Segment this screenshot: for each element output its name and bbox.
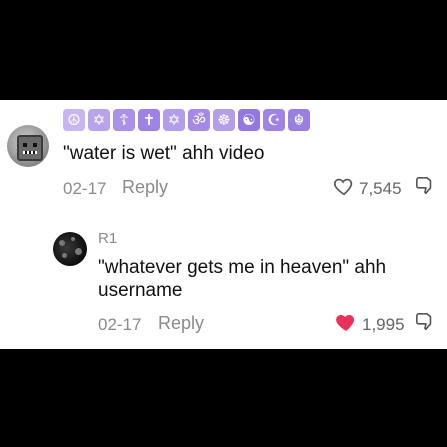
star-icon: ✡ — [163, 109, 185, 131]
comment-date: 02-17 — [63, 179, 107, 198]
reply-like-count: 1,995 — [362, 315, 405, 334]
comment-text: "water is wet" ahh video — [63, 143, 265, 164]
orthodox-cross-icon: ☦ — [113, 109, 135, 131]
yin-yang-icon: ☯ — [238, 109, 260, 131]
reply-button[interactable]: Reply — [122, 177, 168, 198]
om-icon: ॐ — [188, 109, 210, 131]
latin-cross-icon: ✝ — [138, 109, 160, 131]
crescent-icon: ☪ — [263, 109, 285, 131]
reply-avatar[interactable] — [53, 232, 87, 266]
peace-symbol-icon: ☮ — [63, 109, 85, 131]
reply-text: "whatever gets me in heaven" ahh usernam… — [98, 256, 386, 302]
reply-date: 02-17 — [98, 315, 142, 334]
reply-reply-button[interactable]: Reply — [158, 313, 204, 334]
thwomp-face-icon — [17, 135, 43, 161]
like-heart-filled-icon[interactable] — [335, 311, 357, 333]
dharma-wheel-icon: ☸ — [213, 109, 235, 131]
username-badges[interactable]: ☮ ✡ ☦ ✝ ✡ ॐ ☸ ☯ ☪ ☬ — [63, 109, 310, 131]
star-of-david-icon: ✡ — [88, 109, 110, 131]
like-heart-icon[interactable] — [333, 175, 355, 197]
comment-panel — [0, 100, 447, 349]
avatar[interactable] — [7, 125, 49, 167]
reply-dislike-icon[interactable] — [415, 311, 435, 333]
dislike-icon[interactable] — [415, 175, 435, 197]
reply-username[interactable]: R1 — [98, 230, 117, 247]
like-count: 7,545 — [359, 179, 402, 198]
khanda-icon: ☬ — [288, 109, 310, 131]
reply-text-line: "whatever gets me in heaven" ahh — [98, 257, 387, 278]
reply-text-line: username — [98, 280, 183, 301]
